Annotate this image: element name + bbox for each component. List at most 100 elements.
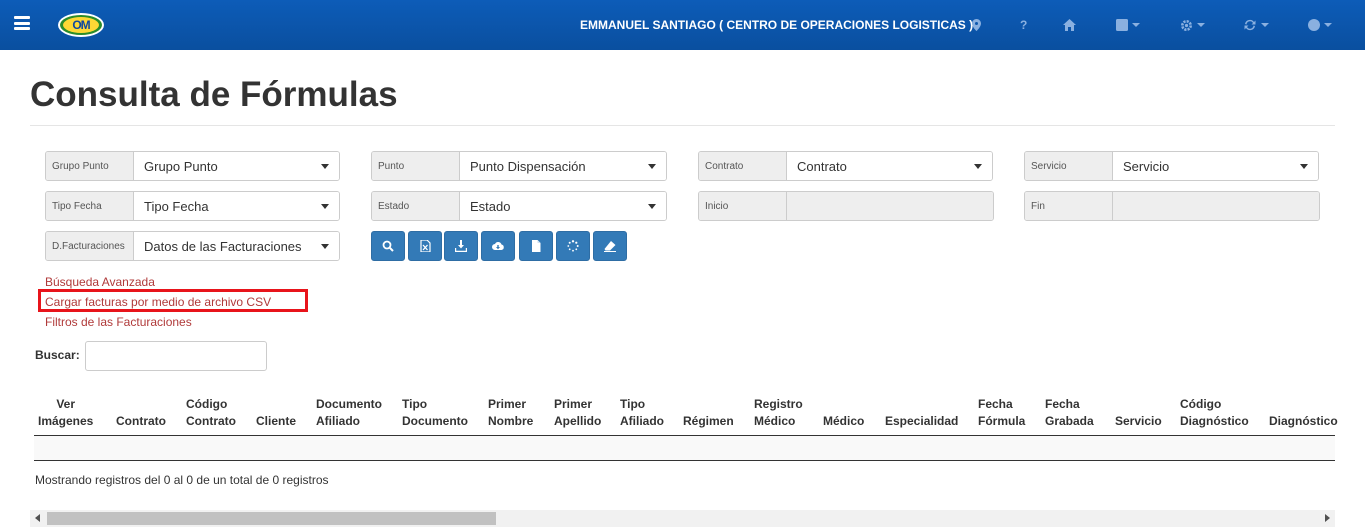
download-icon (455, 240, 467, 252)
d-facturaciones-value: Datos de las Facturaciones (144, 238, 302, 254)
col-diagnostico[interactable]: Diagnóstico (1269, 413, 1338, 430)
file-button[interactable] (519, 231, 553, 261)
punto-select[interactable]: Punto Dispensación (460, 152, 666, 180)
d-facturaciones-select[interactable]: Datos de las Facturaciones (134, 232, 339, 260)
busqueda-avanzada-link[interactable]: Búsqueda Avanzada (45, 275, 155, 289)
logo-text: OM (63, 17, 99, 33)
export-excel-button[interactable] (408, 231, 442, 261)
filter-servicio-label: Servicio (1025, 152, 1113, 180)
search-input[interactable] (85, 341, 267, 371)
tipo-fecha-select[interactable]: Tipo Fecha (134, 192, 339, 220)
filter-estado: Estado Estado (371, 191, 667, 221)
search-icon (382, 240, 394, 252)
chevron-down-icon (1132, 23, 1140, 27)
grupo-punto-select[interactable]: Grupo Punto (134, 152, 339, 180)
col-codigo-diagnostico[interactable]: Código Diagnóstico (1180, 396, 1249, 430)
scroll-right-arrow-icon[interactable] (1325, 514, 1330, 522)
col-servicio[interactable]: Servicio (1115, 413, 1162, 430)
scroll-left-arrow-icon[interactable] (35, 514, 40, 522)
chevron-down-icon (648, 163, 656, 169)
tipo-fecha-value: Tipo Fecha (144, 198, 209, 214)
col-fecha-formula[interactable]: Fecha Fórmula (978, 396, 1025, 430)
inicio-date-input[interactable] (787, 192, 993, 220)
chevron-down-icon (974, 163, 982, 169)
download-button[interactable] (444, 231, 478, 261)
chevron-down-icon (1300, 163, 1308, 169)
home-icon[interactable] (1063, 17, 1076, 33)
filter-punto-label: Punto (372, 152, 460, 180)
search-label: Buscar: (35, 348, 80, 362)
estado-select[interactable]: Estado (460, 192, 666, 220)
chevron-down-icon (1197, 23, 1205, 27)
company-logo[interactable]: OM (58, 13, 104, 37)
col-tipo-documento[interactable]: Tipo Documento (402, 396, 468, 430)
contrato-select[interactable]: Contrato (787, 152, 992, 180)
col-especialidad[interactable]: Especialidad (885, 413, 958, 430)
col-tipo-afiliado[interactable]: Tipo Afiliado (620, 396, 664, 430)
filter-inicio-label: Inicio (699, 192, 787, 220)
servicio-value: Servicio (1123, 158, 1170, 174)
filter-servicio: Servicio Servicio (1024, 151, 1319, 181)
eraser-icon (604, 241, 616, 252)
clear-filters-button[interactable] (593, 231, 627, 261)
question-icon[interactable]: ? (1020, 17, 1027, 33)
gear-icon[interactable] (1180, 17, 1205, 33)
grupo-punto-value: Grupo Punto (144, 158, 218, 174)
filtros-facturaciones-link[interactable]: Filtros de las Facturaciones (45, 315, 192, 329)
hamburger-menu-icon[interactable] (14, 16, 30, 30)
user-circle-icon[interactable] (1308, 17, 1332, 33)
col-ver-imagenes[interactable]: Ver Imágenes (38, 396, 93, 430)
col-regimen[interactable]: Régimen (683, 413, 734, 430)
chevron-down-icon (1261, 23, 1269, 27)
scrollbar-thumb[interactable] (47, 512, 496, 525)
col-primer-apellido[interactable]: Primer Apellido (554, 396, 601, 430)
excel-file-icon (420, 240, 431, 252)
estado-value: Estado (470, 198, 511, 214)
square-icon[interactable] (1116, 17, 1140, 33)
servicio-select[interactable]: Servicio (1113, 152, 1318, 180)
col-registro-medico[interactable]: Registro Médico (754, 396, 803, 430)
chevron-down-icon (648, 203, 656, 209)
cloud-download-icon (492, 242, 504, 250)
col-fecha-grabada[interactable]: Fecha Grabada (1045, 396, 1094, 430)
chevron-down-icon (1324, 23, 1332, 27)
user-name: EMMANUEL SANTIAGO ( CENTRO DE OPERACIONE… (580, 18, 974, 32)
contrato-value: Contrato (797, 158, 847, 174)
filter-fin-label: Fin (1025, 192, 1113, 220)
col-codigo-contrato[interactable]: Código Contrato (186, 396, 236, 430)
horizontal-scrollbar[interactable] (30, 510, 1335, 527)
filter-d-facturaciones-label: D.Facturaciones (46, 232, 134, 260)
filter-tipo-fecha-label: Tipo Fecha (46, 192, 134, 220)
search-button[interactable] (371, 231, 405, 261)
filter-punto: Punto Punto Dispensación (371, 151, 667, 181)
top-navbar: OM EMMANUEL SANTIAGO ( CENTRO DE OPERACI… (0, 0, 1365, 50)
filter-contrato: Contrato Contrato (698, 151, 993, 181)
col-cliente[interactable]: Cliente (256, 413, 296, 430)
fin-date-input[interactable] (1113, 192, 1319, 220)
chevron-down-icon (321, 163, 329, 169)
table-empty-row (34, 436, 1335, 461)
cloud-download-button[interactable] (481, 231, 515, 261)
col-contrato[interactable]: Contrato (116, 413, 166, 430)
page-title: Consulta de Fórmulas (30, 75, 398, 114)
chevron-down-icon (321, 203, 329, 209)
loading-button[interactable] (556, 231, 590, 261)
file-icon (532, 240, 541, 252)
filter-grupo-punto: Grupo Punto Grupo Punto (45, 151, 340, 181)
filter-estado-label: Estado (372, 192, 460, 220)
filter-fin: Fin (1024, 191, 1320, 221)
col-medico[interactable]: Médico (823, 413, 864, 430)
filter-tipo-fecha: Tipo Fecha Tipo Fecha (45, 191, 340, 221)
title-divider (30, 125, 1335, 126)
map-marker-icon[interactable] (972, 17, 981, 33)
col-primer-nombre[interactable]: Primer Nombre (488, 396, 533, 430)
table-info: Mostrando registros del 0 al 0 de un tot… (35, 473, 329, 487)
table-header: Ver Imágenes Contrato Código Contrato Clie… (34, 396, 1338, 436)
filter-d-facturaciones: D.Facturaciones Datos de las Facturacion… (45, 231, 340, 261)
spinner-icon (567, 240, 579, 252)
punto-value: Punto Dispensación (470, 158, 586, 174)
highlight-annotation-box (38, 289, 308, 312)
chevron-down-icon (321, 243, 329, 249)
refresh-icon[interactable] (1243, 17, 1269, 33)
col-documento-afiliado[interactable]: Documento Afiliado (316, 396, 382, 430)
